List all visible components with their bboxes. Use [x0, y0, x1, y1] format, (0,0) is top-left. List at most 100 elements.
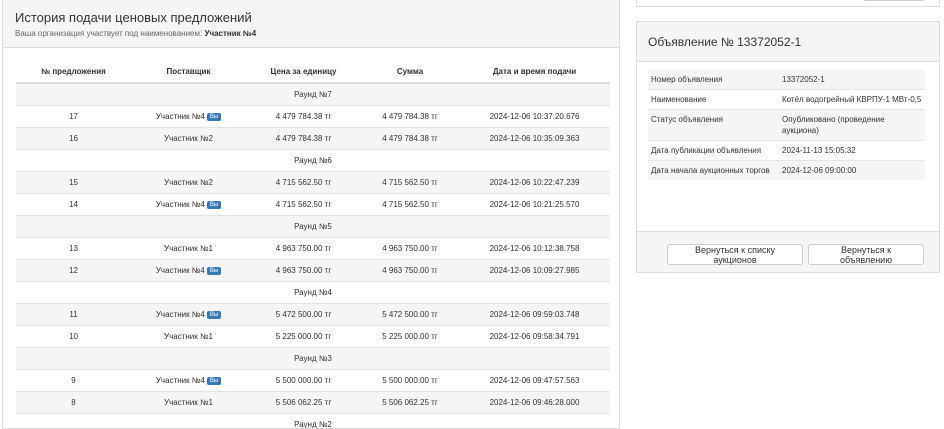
announcement-header: Объявление № 13372052-1 — [637, 22, 939, 62]
unit-price-text: 5 472 500.00 тг — [276, 310, 332, 319]
submitted-at-cell: 2024-12-06 09:58:34.791 — [459, 326, 610, 348]
you-badge: Вы — [207, 311, 221, 319]
offer-number-text: 16 — [69, 134, 78, 143]
bid-history-table: № предложения Поставщик Цена за единицу … — [16, 60, 610, 429]
unit-price-text: 4 963 750.00 тг — [276, 244, 332, 253]
supplier-cell: Участник №4Вы — [131, 194, 246, 216]
round-label: Раунд №3 — [16, 348, 610, 370]
sum-cell: 5 500 000.00 тг — [361, 370, 459, 392]
offer-number-cell: 16 — [16, 128, 131, 150]
bid-row: 17Участник №4Вы4 479 784.38 тг4 479 784.… — [16, 106, 610, 128]
round-row: Раунд №6 — [16, 150, 610, 172]
supplier-cell: Участник №4Вы — [131, 370, 246, 392]
sum-text: 4 479 784.38 тг — [382, 134, 438, 143]
table-header-row: № предложения Поставщик Цена за единицу … — [16, 60, 610, 83]
sum-cell: 4 479 784.38 тг — [361, 128, 459, 150]
unit-price-cell: 5 506 062.25 тг — [246, 392, 361, 414]
unit-price-cell: 4 963 750.00 тг — [246, 260, 361, 282]
supplier-cell: Участник №4Вы — [131, 106, 246, 128]
sum-cell: 4 963 750.00 тг — [361, 238, 459, 260]
supplier-cell: Участник №1 — [131, 392, 246, 414]
detail-row: Дата начала аукционных торгов2024-12-06 … — [648, 161, 925, 181]
column-header-offer-number: № предложения — [16, 60, 131, 83]
sum-text: 5 500 000.00 тг — [382, 376, 438, 385]
unit-price-cell: 5 500 000.00 тг — [246, 370, 361, 392]
announcement-footer: Вернуться к списку аукционов Вернуться к… — [637, 231, 939, 272]
back-to-announcement-button[interactable]: Вернуться к объявлению — [808, 244, 924, 265]
column-header-supplier: Поставщик — [131, 60, 246, 83]
supplier-cell: Участник №2 — [131, 172, 246, 194]
unit-price-cell: 5 472 500.00 тг — [246, 304, 361, 326]
supplier-text: Участник №4 — [156, 112, 205, 121]
submitted-at-text: 2024-12-06 10:22:47.239 — [490, 178, 580, 187]
unit-price-cell: 4 963 750.00 тг — [246, 238, 361, 260]
round-row: Раунд №5 — [16, 216, 610, 238]
submitted-at-text: 2024-12-06 10:09:27.985 — [490, 266, 580, 275]
round-label: Раунд №7 — [16, 83, 610, 106]
detail-label: Номер объявления — [648, 70, 779, 90]
sum-text: 4 715 562.50 тг — [382, 200, 438, 209]
sum-text: 4 963 750.00 тг — [382, 266, 438, 275]
detail-value: Котёл водогрейный КВРПУ-1 МВт-0,5 — [779, 90, 925, 110]
bid-row: 16 Участник №2 4 479 784.38 тг 4 479 784.38… — [16, 128, 610, 150]
round-row: Раунд №7 — [16, 83, 610, 106]
sum-text: 4 715 562.50 тг — [382, 178, 438, 187]
submitted-at-text: 2024-12-06 09:46:28.000 — [490, 398, 580, 407]
sum-text: 4 479 784.38 тг — [382, 112, 438, 121]
you-badge: Вы — [207, 201, 221, 209]
supplier-cell: Участник №2 — [131, 128, 246, 150]
bid-row: 8Участник №15 506 062.25 тг5 506 062.25 … — [16, 392, 610, 414]
participant-name: Участник №4 — [204, 29, 256, 38]
round-row: Раунд №4 — [16, 282, 610, 304]
bid-row: 12Участник №4Вы4 963 750.00 тг4 963 750.… — [16, 260, 610, 282]
supplier-text: Участник №4 — [156, 310, 205, 319]
column-header-submitted-at: Дата и время подачи — [459, 60, 610, 83]
participation-note: Ваша организация участвует под наименова… — [15, 29, 607, 38]
offer-number-cell: 15 — [16, 172, 131, 194]
detail-value: 2024-12-06 09:00:00 — [779, 161, 925, 181]
submitted-at-text: 2024-12-06 10:37:20.676 — [490, 112, 580, 121]
column-header-sum: Сумма — [361, 60, 459, 83]
detail-label: Статус объявления — [648, 110, 779, 141]
offer-number-text: 9 — [71, 376, 75, 385]
supplier-text: Участник №4 — [156, 376, 205, 385]
unit-price-text: 5 506 062.25 тг — [276, 398, 332, 407]
sum-cell: 4 963 750.00 тг — [361, 260, 459, 282]
offer-number-cell: 11 — [16, 304, 131, 326]
round-row: Раунд №2 — [16, 414, 610, 429]
column-header-unit-price: Цена за единицу — [246, 60, 361, 83]
round-label: Раунд №2 — [16, 414, 610, 429]
supplier-text: Участник №4 — [156, 266, 205, 275]
announcement-panel: Объявление № 13372052-1 Номер объявления… — [636, 21, 940, 273]
detail-row: НаименованиеКотёл водогрейный КВРПУ-1 МВ… — [648, 90, 925, 110]
bid-row: 10Участник №15 225 000.00 тг5 225 000.00… — [16, 326, 610, 348]
bid-history-title: История подачи ценовых предложений — [15, 10, 607, 26]
submitted-at-cell: 2024-12-06 10:12:38.758 — [459, 238, 610, 260]
unit-price-text: 4 479 784.38 тг — [276, 134, 332, 143]
supplier-cell: Участник №1 — [131, 238, 246, 260]
offer-number-cell: 10 — [16, 326, 131, 348]
sum-cell: 4 715 562.50 тг — [361, 194, 459, 216]
detail-label: Дата начала аукционных торгов — [648, 161, 779, 181]
participation-note-prefix: Ваша организация участвует под наименова… — [15, 29, 202, 38]
supplier-text: Участник №1 — [164, 244, 213, 253]
previous-panel-button-edge[interactable] — [863, 0, 925, 1]
offer-number-text: 13 — [69, 244, 78, 253]
sum-cell: 4 715 562.50 тг — [361, 172, 459, 194]
sum-cell: 5 225 000.00 тг — [361, 326, 459, 348]
supplier-text: Участник №1 — [164, 398, 213, 407]
detail-label: Наименование — [648, 90, 779, 110]
announcement-title: Объявление № 13372052-1 — [648, 35, 801, 49]
back-to-auction-list-button[interactable]: Вернуться к списку аукционов — [667, 244, 803, 265]
submitted-at-text: 2024-12-06 09:59:03.748 — [490, 310, 580, 319]
supplier-cell: Участник №1 — [131, 326, 246, 348]
submitted-at-text: 2024-12-06 10:12:38.758 — [490, 244, 580, 253]
unit-price-text: 4 715 562.50 тг — [276, 200, 332, 209]
bid-history-header: История подачи ценовых предложений Ваша … — [3, 0, 619, 48]
round-label: Раунд №5 — [16, 216, 610, 238]
offer-number-cell: 12 — [16, 260, 131, 282]
detail-value: Опубликовано (проведение аукциона) — [779, 110, 925, 141]
you-badge: Вы — [207, 113, 221, 121]
supplier-text: Участник №2 — [164, 134, 213, 143]
supplier-cell: Участник №4Вы — [131, 304, 246, 326]
